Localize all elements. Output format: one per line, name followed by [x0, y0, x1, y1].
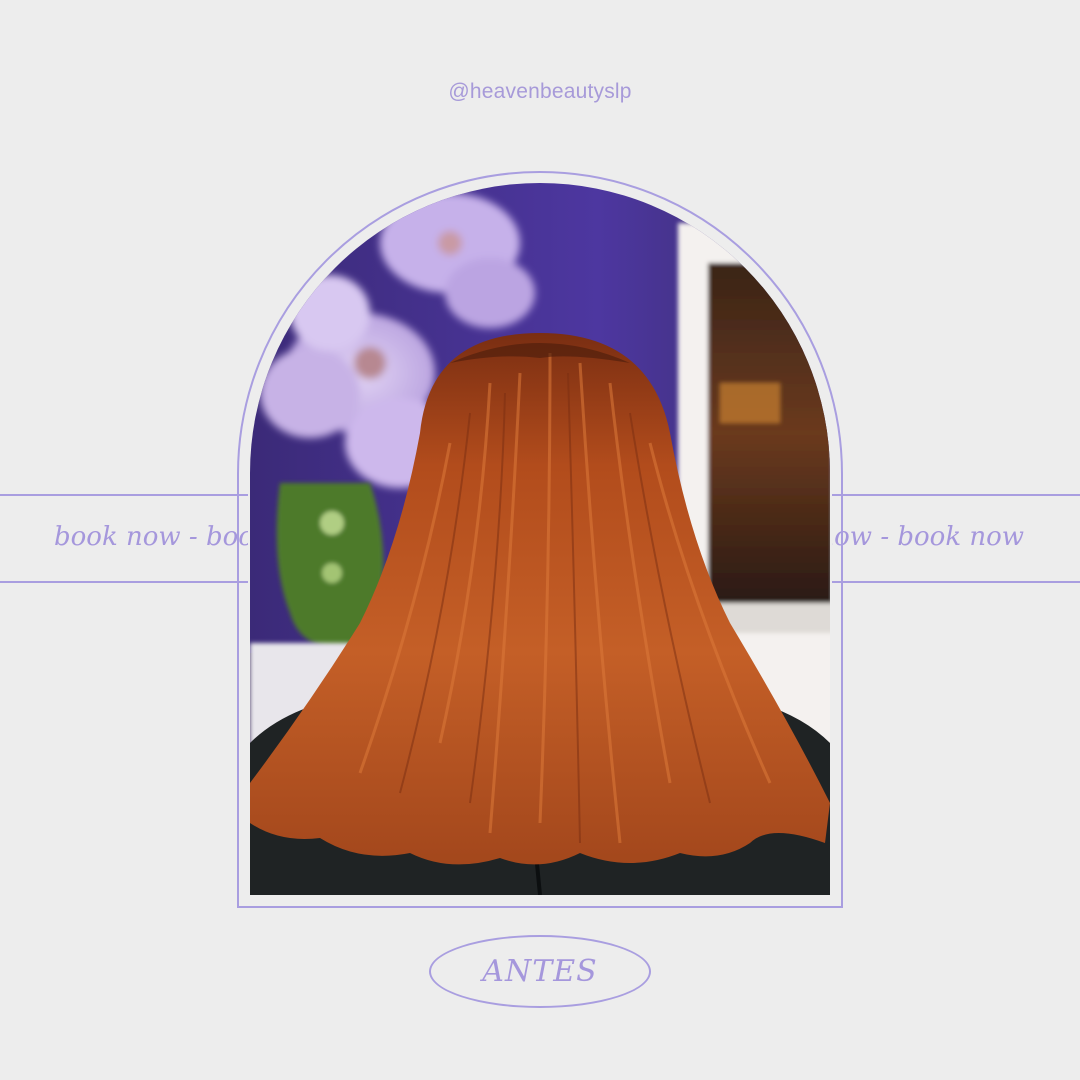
book-now-text-right[interactable]: book now - book now [832, 522, 1024, 552]
band-left-clip: book now - book now [0, 494, 248, 583]
instagram-handle: @heavenbeautyslp [448, 80, 632, 103]
hair-photo [250, 183, 830, 895]
before-label-badge: ANTES [429, 935, 651, 1008]
band-right-clip: book now - book now [832, 494, 1080, 583]
book-now-text-left[interactable]: book now - book now [54, 522, 248, 552]
post-canvas: @heavenbeautyslp book now - book now boo… [0, 0, 1080, 1080]
before-label-text: ANTES [482, 954, 598, 989]
